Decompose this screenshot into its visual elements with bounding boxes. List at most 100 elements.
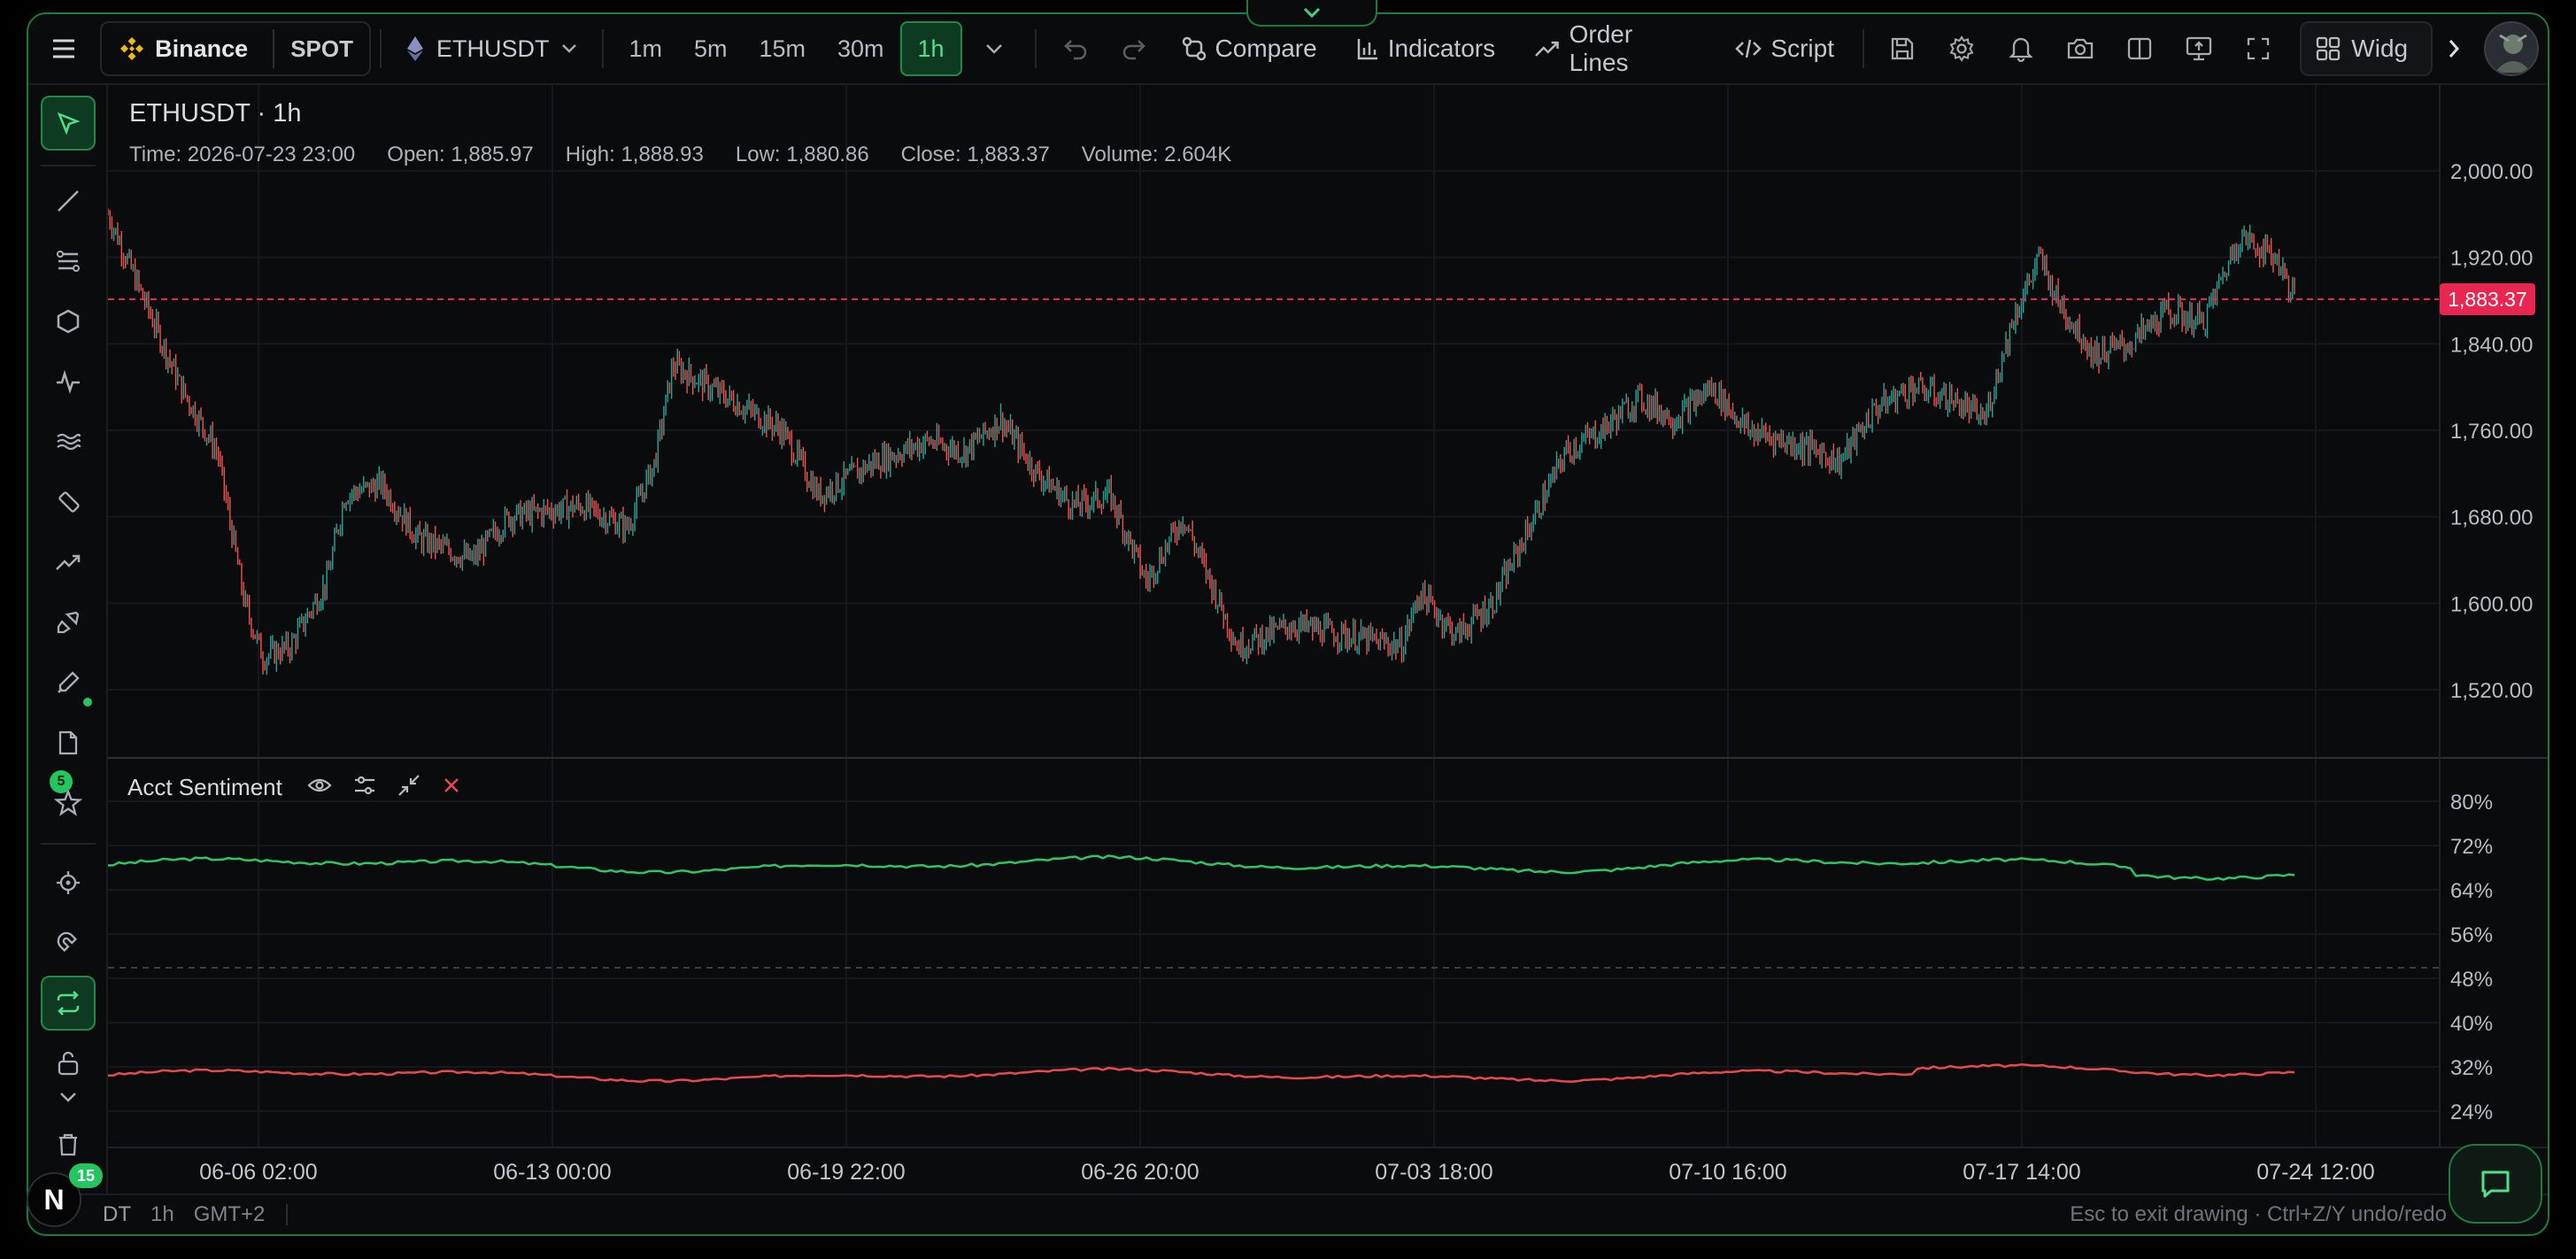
channel-tool[interactable] (41, 234, 96, 289)
time-tick-label: 06-06 02:00 (199, 1160, 317, 1185)
bar-chart-icon (1357, 39, 1377, 60)
sentiment-tick-label: 72% (2450, 835, 2493, 859)
trendline-tool[interactable] (41, 174, 96, 228)
price-tick-label: 1,600.00 (2450, 592, 2533, 616)
price-axis: 2,000.00 1,920.00 1,840.00 1,760.00 1,680.00… (2450, 160, 2533, 703)
sync-drawings-tool[interactable] (41, 976, 96, 1031)
exchange-name: Binance (155, 35, 249, 62)
compare-button[interactable]: Compare (1162, 21, 1337, 76)
fullscreen-icon (2247, 37, 2269, 60)
drawing-tools-sidebar (28, 85, 108, 1193)
gear-icon (1949, 35, 1974, 62)
sliders-icon (354, 776, 374, 795)
eye-icon (307, 778, 332, 792)
long-accounts-line (108, 854, 2295, 881)
indicator-name: Acct Sentiment (127, 774, 282, 800)
time-tick-label: 06-26 20:00 (1081, 1160, 1199, 1185)
document-icon (58, 730, 78, 755)
crosshair-tool[interactable] (41, 855, 96, 910)
split-layout-icon (2127, 37, 2152, 60)
user-menu-button[interactable] (2474, 21, 2548, 76)
redo-button[interactable] (1106, 21, 1162, 76)
magnet-tool[interactable] (41, 915, 96, 970)
cursor-tool[interactable] (41, 96, 96, 151)
price-chart[interactable]: 2,000.00 1,920.00 1,840.00 1,760.00 1,680.00… (108, 85, 2548, 1193)
widgets-label: Widg (2351, 35, 2409, 62)
legend-time: Time: 2026-07-23 23:00 (129, 143, 356, 166)
sentiment-tick-label: 40% (2450, 1012, 2493, 1036)
compare-label: Compare (1215, 35, 1317, 62)
sentiment-tick-label: 64% (2450, 879, 2493, 903)
favorites-count-badge: 5 (50, 770, 73, 793)
sentiment-tick-label: 32% (2450, 1056, 2493, 1080)
order-lines-button[interactable]: Order Lines (1515, 20, 1716, 76)
cursor-icon (57, 112, 81, 135)
pattern-tool[interactable] (41, 354, 96, 409)
save-button[interactable] (1873, 21, 1932, 76)
chat-icon (2481, 1170, 2510, 1198)
chevron-down-icon (1303, 7, 1321, 19)
status-timezone: GMT+2 (193, 1202, 266, 1226)
collapse-toolbar-tab[interactable] (1246, 0, 1377, 27)
line-tool-icon (58, 190, 79, 212)
forecast-tool[interactable] (41, 535, 96, 590)
time-tick-label: 07-24 12:00 (2256, 1160, 2374, 1185)
indicators-button[interactable]: Indicators (1337, 21, 1515, 76)
last-price-badge: 1,883.37 (2440, 283, 2535, 315)
time-tick-label: 06-13 00:00 (493, 1160, 611, 1185)
toggle-visibility-button[interactable] (307, 776, 332, 799)
layout-button[interactable] (2110, 21, 2170, 76)
scroll-toolbar-right-button[interactable] (2433, 21, 2474, 76)
chevron-down-icon (562, 44, 577, 53)
brush-icon (57, 611, 80, 634)
price-tick-label: 1,680.00 (2450, 506, 2533, 530)
status-timeframe: 1h (150, 1202, 174, 1226)
price-tick-label: 1,520.00 (2450, 679, 2533, 703)
symbol-selector[interactable]: ETHUSDT (390, 21, 594, 76)
hamburger-icon (52, 39, 74, 58)
indicator-settings-button[interactable] (353, 775, 376, 800)
more-tools-button[interactable] (41, 1082, 96, 1112)
camera-icon (2067, 38, 2094, 59)
remove-indicator-button[interactable] (442, 776, 461, 799)
chart-legend: ETHUSDT · 1h Time: 2026-07-23 23:00 Open… (129, 99, 1231, 167)
undo-button[interactable] (1045, 21, 1106, 76)
more-timeframes-button[interactable] (962, 21, 1026, 76)
timeframe-5m[interactable]: 5m (678, 21, 744, 76)
status-hint: Esc to exit drawing · Ctrl+Z/Y undo/redo (2070, 1202, 2447, 1226)
indicators-label: Indicators (1387, 35, 1496, 62)
avatar (2483, 21, 2539, 76)
collapse-indicator-button[interactable] (397, 774, 420, 801)
ruler-icon (58, 491, 80, 513)
fullscreen-button[interactable] (2228, 21, 2287, 76)
measure-tool[interactable] (41, 475, 96, 529)
legend-low: Low: 1,880.86 (735, 143, 869, 166)
chat-button[interactable] (2449, 1144, 2542, 1224)
price-tick-label: 2,000.00 (2450, 160, 2533, 184)
ohlc-values: Time: 2026-07-23 23:00 Open: 1,885.97 Hi… (129, 143, 1231, 167)
menu-button[interactable] (41, 21, 86, 76)
notes-tool[interactable] (41, 715, 96, 770)
script-button[interactable]: Script (1716, 21, 1854, 76)
timeframe-1h[interactable]: 1h (899, 21, 962, 76)
delete-drawings-button[interactable] (41, 1126, 96, 1162)
shape-tool[interactable] (41, 294, 96, 349)
exchange-selector[interactable]: Binance SPOT (100, 21, 371, 76)
ethereum-icon (406, 36, 423, 61)
chevron-down-icon (985, 44, 1002, 54)
widgets-button[interactable]: Widg (2300, 21, 2433, 76)
monitor-upload-icon (2186, 36, 2212, 61)
status-bar: DT 1h GMT+2 Esc to exit drawing · Ctrl+Z… (28, 1193, 2548, 1234)
fib-tool[interactable] (41, 414, 96, 469)
alerts-button[interactable] (1992, 21, 2051, 76)
save-icon (1892, 37, 1914, 60)
timeframe-15m[interactable]: 15m (743, 21, 821, 76)
magnet-icon (57, 931, 78, 953)
present-button[interactable] (2169, 21, 2228, 76)
screenshot-button[interactable] (2051, 21, 2110, 76)
brush-tool[interactable] (41, 595, 96, 650)
chevron-down-icon (60, 1093, 76, 1102)
settings-button[interactable] (1932, 21, 1992, 76)
timeframe-1m[interactable]: 1m (613, 21, 678, 76)
timeframe-30m[interactable]: 30m (821, 21, 900, 76)
